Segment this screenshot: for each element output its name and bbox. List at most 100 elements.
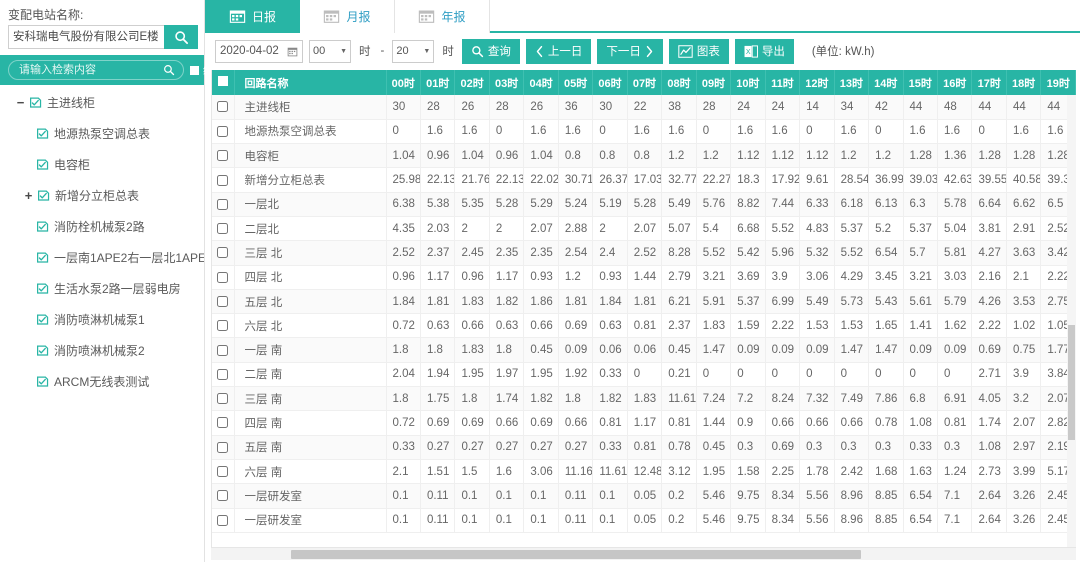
value-cell: 2.1 bbox=[1006, 265, 1040, 289]
tree-item-2[interactable]: 电容柜 bbox=[0, 149, 204, 180]
value-cell: 0.1 bbox=[455, 508, 489, 532]
tree-item-0[interactable]: −主进线柜 bbox=[0, 87, 204, 118]
tab-0[interactable]: 日报 bbox=[205, 0, 300, 33]
tab-1[interactable]: 月报 bbox=[300, 0, 395, 33]
row-select-cell[interactable] bbox=[212, 95, 234, 119]
expand-icon[interactable]: + bbox=[22, 189, 35, 202]
station-name-input[interactable]: 安科瑞电气股份有限公司E楼 bbox=[8, 25, 164, 49]
tree-item-8[interactable]: 消防喷淋机械泵2 bbox=[0, 335, 204, 366]
row-select-cell[interactable] bbox=[212, 338, 234, 362]
tree-item-3[interactable]: +新增分立柜总表 bbox=[0, 180, 204, 211]
search-icon bbox=[163, 64, 175, 76]
row-checkbox[interactable] bbox=[217, 247, 228, 258]
chart-button[interactable]: 图表 bbox=[669, 39, 729, 64]
tab-label: 月报 bbox=[346, 8, 370, 25]
row-checkbox[interactable] bbox=[217, 296, 228, 307]
value-cell: 3.26 bbox=[1006, 484, 1040, 508]
row-checkbox[interactable] bbox=[217, 320, 228, 331]
tree-search-pill[interactable] bbox=[8, 60, 184, 80]
prev-day-button[interactable]: 上一日 bbox=[526, 39, 592, 64]
row-checkbox[interactable] bbox=[217, 490, 228, 501]
row-checkbox[interactable] bbox=[217, 345, 228, 356]
row-select-cell[interactable] bbox=[212, 411, 234, 435]
tree-search-input[interactable] bbox=[17, 63, 163, 77]
row-checkbox[interactable] bbox=[217, 393, 228, 404]
value-cell: 0.81 bbox=[627, 435, 661, 459]
hour-from-select[interactable]: 00 ▼ bbox=[309, 40, 351, 63]
horizontal-scroll-thumb[interactable] bbox=[291, 550, 861, 559]
row-checkbox[interactable] bbox=[217, 150, 228, 161]
tree-item-9[interactable]: ARCM无线表测试 bbox=[0, 366, 204, 397]
value-cell: 0.05 bbox=[627, 484, 661, 508]
hour-to-select[interactable]: 20 ▼ bbox=[392, 40, 434, 63]
row-select-cell[interactable] bbox=[212, 168, 234, 192]
select-all-checkbox[interactable] bbox=[218, 76, 228, 86]
row-select-cell[interactable] bbox=[212, 119, 234, 143]
value-cell: 1.97 bbox=[489, 362, 523, 386]
row-select-cell[interactable] bbox=[212, 192, 234, 216]
row-select-cell[interactable] bbox=[212, 435, 234, 459]
row-checkbox[interactable] bbox=[217, 369, 228, 380]
value-cell: 1.17 bbox=[420, 265, 454, 289]
table-vertical-scrollbar[interactable] bbox=[1067, 95, 1076, 547]
column-header-13: 12时 bbox=[800, 70, 834, 95]
value-cell: 25.98 bbox=[386, 168, 420, 192]
value-cell: 39.03 bbox=[903, 168, 937, 192]
row-checkbox[interactable] bbox=[217, 466, 228, 477]
tree-item-4[interactable]: 消防栓机械泵2路 bbox=[0, 211, 204, 242]
vertical-scroll-thumb[interactable] bbox=[1068, 325, 1075, 440]
value-cell: 1.17 bbox=[627, 411, 661, 435]
value-cell: 0.72 bbox=[386, 411, 420, 435]
row-checkbox[interactable] bbox=[217, 175, 228, 186]
station-search-button[interactable] bbox=[164, 25, 198, 49]
tree-item-6[interactable]: 生活水泵2路一层弱电房 bbox=[0, 273, 204, 304]
tree-search-bar: 级联选择 bbox=[0, 55, 204, 85]
table-row: 四层 南0.720.690.690.660.690.660.811.170.81… bbox=[212, 411, 1076, 435]
table-horizontal-scrollbar[interactable] bbox=[211, 547, 1076, 560]
date-input[interactable]: 2020-04-02 bbox=[215, 40, 303, 63]
row-checkbox[interactable] bbox=[217, 199, 228, 210]
row-checkbox[interactable] bbox=[217, 417, 228, 428]
chevron-left-icon bbox=[535, 45, 544, 58]
value-cell: 26 bbox=[455, 95, 489, 119]
row-checkbox[interactable] bbox=[217, 272, 228, 283]
value-cell: 5.28 bbox=[627, 192, 661, 216]
row-select-cell[interactable] bbox=[212, 387, 234, 411]
value-cell: 40.58 bbox=[1006, 168, 1040, 192]
value-cell: 5.61 bbox=[903, 289, 937, 313]
collapse-icon[interactable]: − bbox=[14, 96, 27, 109]
export-button[interactable]: X 导出 bbox=[735, 39, 794, 64]
value-cell: 1.12 bbox=[731, 144, 765, 168]
value-cell: 2.54 bbox=[558, 241, 592, 265]
row-select-cell[interactable] bbox=[212, 289, 234, 313]
select-all-header[interactable] bbox=[212, 70, 234, 95]
row-select-cell[interactable] bbox=[212, 144, 234, 168]
tree-item-7[interactable]: 消防喷淋机械泵1 bbox=[0, 304, 204, 335]
tab-2[interactable]: 年报 bbox=[395, 0, 490, 33]
row-select-cell[interactable] bbox=[212, 265, 234, 289]
query-button[interactable]: 查询 bbox=[462, 39, 520, 64]
value-cell: 2.1 bbox=[386, 459, 420, 483]
value-cell: 0.3 bbox=[938, 435, 972, 459]
row-select-cell[interactable] bbox=[212, 459, 234, 483]
row-select-cell[interactable] bbox=[212, 216, 234, 240]
row-checkbox[interactable] bbox=[217, 223, 228, 234]
value-cell: 1.2 bbox=[558, 265, 592, 289]
row-checkbox[interactable] bbox=[217, 515, 228, 526]
value-cell: 2.73 bbox=[972, 459, 1006, 483]
row-select-cell[interactable] bbox=[212, 484, 234, 508]
value-cell: 1.83 bbox=[455, 338, 489, 362]
tree-item-label: 消防喷淋机械泵2 bbox=[54, 342, 145, 359]
circuit-name-cell: 一层 南 bbox=[234, 338, 386, 362]
row-select-cell[interactable] bbox=[212, 508, 234, 532]
next-day-button[interactable]: 下一日 bbox=[597, 39, 663, 64]
row-checkbox[interactable] bbox=[217, 101, 228, 112]
row-select-cell[interactable] bbox=[212, 314, 234, 338]
row-select-cell[interactable] bbox=[212, 362, 234, 386]
tree-item-1[interactable]: 地源热泵空调总表 bbox=[0, 118, 204, 149]
row-checkbox[interactable] bbox=[217, 126, 228, 137]
row-select-cell[interactable] bbox=[212, 241, 234, 265]
value-cell: 6.54 bbox=[869, 241, 903, 265]
tree-item-5[interactable]: 一层南1APE2右一层北1APE1左 bbox=[0, 242, 204, 273]
row-checkbox[interactable] bbox=[217, 442, 228, 453]
